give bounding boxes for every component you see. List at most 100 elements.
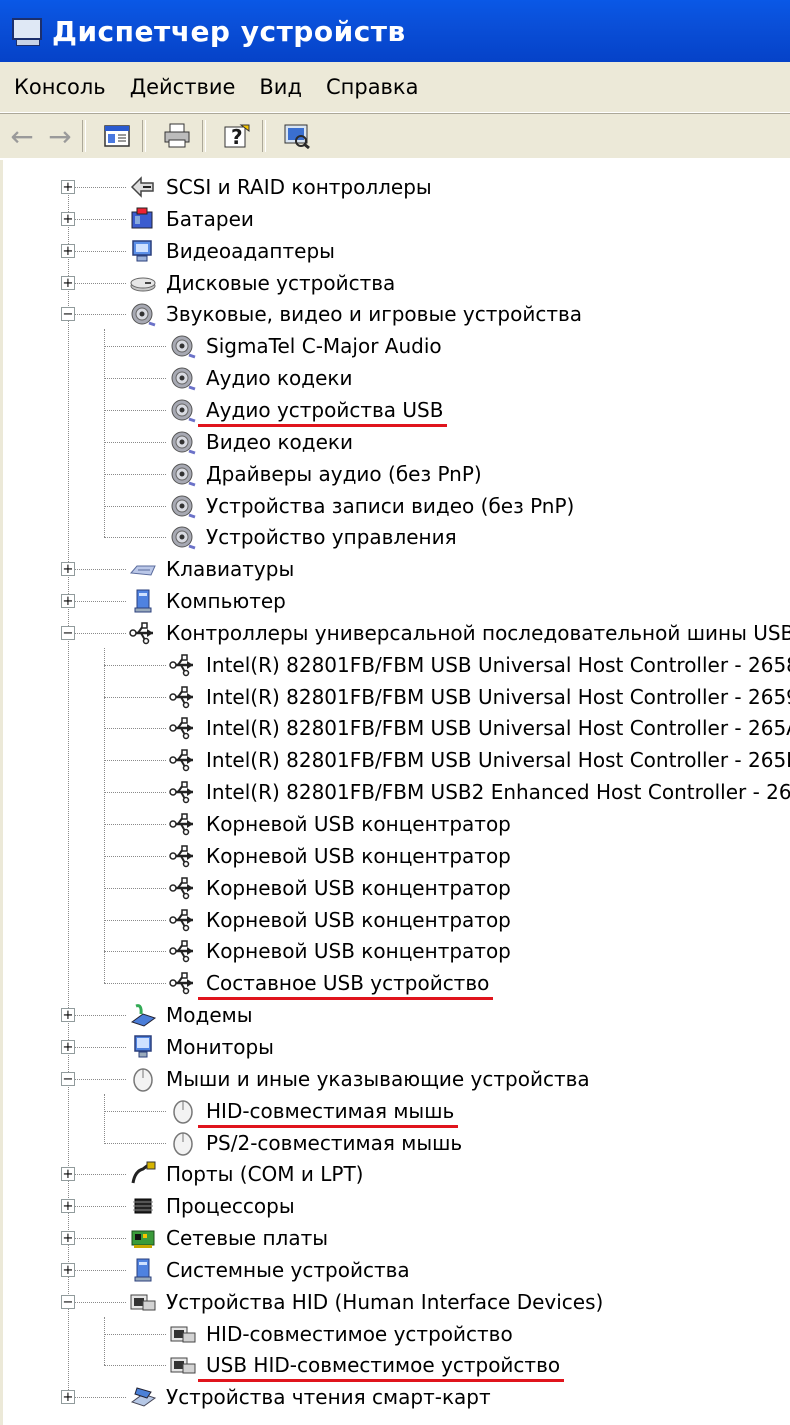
- tree-category[interactable]: Процессоры: [128, 1191, 295, 1221]
- tree-device[interactable]: Intel(R) 82801FB/FBM USB Universal Host …: [168, 650, 790, 680]
- tree-category[interactable]: Мониторы: [128, 1032, 274, 1062]
- collapse-toggle[interactable]: −: [61, 625, 75, 640]
- tree-category[interactable]: Системные устройства: [128, 1255, 410, 1285]
- tree-category[interactable]: Устройства чтения смарт-карт: [128, 1382, 491, 1412]
- tree-device[interactable]: Intel(R) 82801FB/FBM USB Universal Host …: [168, 682, 790, 712]
- forward-button[interactable]: →: [44, 119, 76, 153]
- tree-device-label: Intel(R) 82801FB/FBM USB Universal Host …: [206, 684, 790, 709]
- tree-connector: [68, 1397, 126, 1399]
- network-card-icon: [128, 1224, 158, 1252]
- expand-toggle[interactable]: +: [61, 275, 75, 290]
- display-adapter-icon: [128, 237, 158, 265]
- tree-category[interactable]: Видеоадаптеры: [128, 236, 335, 266]
- tree-category[interactable]: Клавиатуры: [128, 554, 294, 584]
- speaker-icon: [168, 332, 198, 360]
- expand-toggle[interactable]: +: [61, 1199, 75, 1214]
- tree-connector: [68, 1301, 126, 1303]
- port-icon: [128, 1160, 158, 1188]
- expand-toggle[interactable]: +: [61, 211, 75, 226]
- menu-help[interactable]: Справка: [316, 75, 429, 99]
- tree-connector: [68, 569, 126, 571]
- tree-device[interactable]: Видео кодеки: [168, 427, 353, 457]
- scsi-icon: [128, 173, 158, 201]
- modem-icon: [128, 1001, 158, 1029]
- tree-device[interactable]: Устройство управления: [168, 522, 457, 552]
- expand-toggle[interactable]: +: [61, 1039, 75, 1054]
- expand-toggle[interactable]: +: [61, 180, 75, 194]
- expand-toggle[interactable]: +: [61, 1167, 75, 1182]
- tree-category[interactable]: Модемы: [128, 1000, 253, 1030]
- tree-device[interactable]: Устройства записи видео (без PnP): [168, 491, 574, 521]
- tree-connector: [104, 951, 166, 953]
- tree-device[interactable]: Составное USB устройство: [168, 968, 489, 998]
- tree-connector: [104, 887, 166, 889]
- tree-category-label: Клавиатуры: [166, 557, 295, 582]
- menu-view[interactable]: Вид: [249, 75, 312, 99]
- tree-category-label: Видеоадаптеры: [166, 238, 335, 263]
- tree-device[interactable]: Корневой USB концентратор: [168, 841, 511, 871]
- tree-device-label: Intel(R) 82801FB/FBM USB Universal Host …: [206, 652, 790, 677]
- tree-category[interactable]: Звуковые, видео и игровые устройства: [128, 299, 582, 329]
- tree-category-label: Мониторы: [166, 1034, 274, 1059]
- tree-category[interactable]: Дисковые устройства: [128, 268, 395, 298]
- usb-icon: [168, 651, 198, 679]
- expand-toggle[interactable]: +: [61, 594, 75, 609]
- hid-icon: [128, 1288, 158, 1316]
- tree-device[interactable]: Intel(R) 82801FB/FBM USB Universal Host …: [168, 745, 790, 775]
- tree-device-label: Корневой USB концентратор: [206, 939, 511, 964]
- tree-device[interactable]: Аудио устройства USB: [168, 395, 443, 425]
- tree-category[interactable]: Сетевые платы: [128, 1223, 328, 1253]
- disk-icon: [128, 269, 158, 297]
- usb-icon: [168, 969, 198, 997]
- expand-toggle[interactable]: +: [61, 1390, 75, 1405]
- tree-device[interactable]: Intel(R) 82801FB/FBM USB Universal Host …: [168, 713, 790, 743]
- device-tree[interactable]: + SCSI и RAID контроллеры + Батареи + Видеоад…: [0, 160, 790, 1425]
- mouse-icon: [168, 1097, 198, 1125]
- collapse-toggle[interactable]: −: [61, 1294, 75, 1309]
- help-button[interactable]: ?: [218, 119, 256, 153]
- tree-device[interactable]: USB HID-совместимое устройство: [168, 1350, 560, 1380]
- tree-device[interactable]: HID-совместимая мышь: [168, 1096, 454, 1126]
- expand-toggle[interactable]: +: [61, 1231, 75, 1246]
- title-bar[interactable]: Диспетчер устройств: [0, 0, 790, 62]
- tree-device[interactable]: Аудио кодеки: [168, 363, 352, 393]
- tree-category-label: Контроллеры универсальной последовательн…: [166, 620, 790, 645]
- tree-device[interactable]: Корневой USB концентратор: [168, 936, 511, 966]
- properties-button[interactable]: [98, 119, 136, 153]
- expand-toggle[interactable]: +: [61, 1262, 75, 1277]
- tree-category[interactable]: Мыши и иные указывающие устройства: [128, 1064, 590, 1094]
- tree-category[interactable]: Порты (COM и LPT): [128, 1159, 363, 1189]
- expand-toggle[interactable]: +: [61, 562, 75, 577]
- tree-device[interactable]: Корневой USB концентратор: [168, 873, 511, 903]
- tree-connector: [104, 473, 166, 475]
- expand-toggle[interactable]: +: [61, 243, 75, 258]
- scan-hardware-button[interactable]: [278, 119, 316, 153]
- smartcard-reader-icon: [128, 1383, 158, 1411]
- tree-category[interactable]: Компьютер: [128, 586, 286, 616]
- tree-category[interactable]: Устройства HID (Human Interface Devices): [128, 1287, 603, 1317]
- tree-category[interactable]: Батареи: [128, 204, 254, 234]
- expand-toggle[interactable]: +: [61, 1008, 75, 1023]
- tree-device[interactable]: SigmaTel C-Major Audio: [168, 331, 442, 361]
- menu-console[interactable]: Консоль: [4, 75, 116, 99]
- toolbar-separator: [142, 120, 146, 152]
- tree-device[interactable]: HID-совместимое устройство: [168, 1319, 513, 1349]
- forward-arrow-icon: →: [48, 119, 72, 153]
- tree-connector: [68, 601, 126, 603]
- tree-category[interactable]: SCSI и RAID контроллеры: [128, 172, 432, 202]
- tree-device-label: Драйверы аудио (без PnP): [206, 461, 482, 486]
- print-button[interactable]: [158, 119, 196, 153]
- tree-device[interactable]: Корневой USB концентратор: [168, 809, 511, 839]
- tree-device[interactable]: Intel(R) 82801FB/FBM USB2 Enhanced Host …: [168, 777, 790, 807]
- speaker-icon: [168, 523, 198, 551]
- menu-bar: Консоль Действие Вид Справка: [0, 62, 790, 113]
- mouse-icon: [168, 1129, 198, 1157]
- collapse-toggle[interactable]: −: [61, 307, 75, 322]
- tree-device[interactable]: PS/2-совместимая мышь: [168, 1128, 462, 1158]
- tree-device[interactable]: Драйверы аудио (без PnP): [168, 459, 482, 489]
- tree-category[interactable]: Контроллеры универсальной последовательн…: [128, 618, 790, 648]
- back-button[interactable]: ←: [6, 119, 38, 153]
- tree-device[interactable]: Корневой USB концентратор: [168, 905, 511, 935]
- menu-action[interactable]: Действие: [120, 75, 246, 99]
- collapse-toggle[interactable]: −: [61, 1071, 75, 1086]
